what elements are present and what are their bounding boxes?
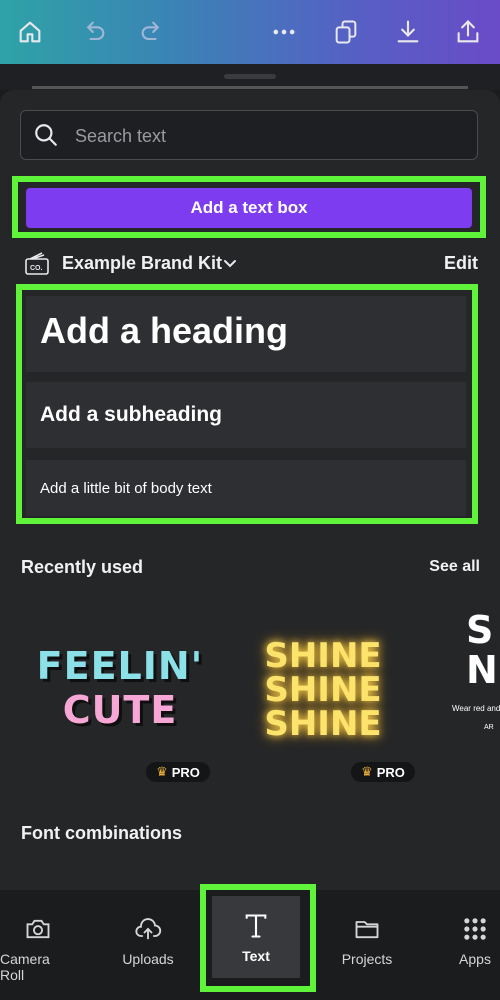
text-icon	[245, 914, 267, 938]
upload-cloud-icon	[135, 918, 162, 940]
recently-used-title: Recently used	[21, 557, 144, 577]
search-icon	[35, 124, 57, 146]
nav-apps[interactable]: Apps	[450, 895, 500, 985]
nav-text[interactable]: Text	[212, 896, 300, 978]
nav-label: Camera Roll	[0, 951, 50, 983]
template-text-line: CUTE	[62, 688, 178, 732]
add-heading-label: Add a heading	[40, 310, 289, 351]
recent-template-shine[interactable]: SHINE SHINE SHINE	[228, 600, 418, 760]
pro-badge: ♛ PRO	[146, 762, 210, 782]
template-text-line: S N	[466, 608, 498, 692]
redo-icon[interactable]	[134, 14, 170, 50]
nav-label: Apps	[459, 951, 491, 967]
apps-grid-icon	[464, 918, 486, 940]
pro-badge-label: PRO	[171, 764, 200, 780]
chevron-down-icon[interactable]	[222, 256, 238, 272]
search-input[interactable]	[73, 121, 467, 151]
svg-text:CO.: CO.	[30, 265, 43, 272]
add-subheading-item[interactable]: Add a subheading	[26, 382, 466, 448]
sheet-grabber-handle[interactable]	[224, 74, 276, 79]
nav-label: Projects	[341, 951, 393, 967]
nav-label: Text	[242, 948, 270, 964]
template-text-line: AR	[484, 724, 494, 731]
see-all-link[interactable]: See all	[429, 558, 480, 576]
nav-label: Uploads	[122, 951, 174, 967]
add-text-box-button[interactable]: Add a text box	[26, 188, 472, 228]
brand-kit-row: CO. Example Brand Kit Edit	[22, 250, 482, 280]
template-text-line: Wear red and	[452, 704, 500, 713]
download-icon[interactable]	[390, 14, 426, 50]
brand-kit-icon: CO.	[25, 252, 49, 275]
add-heading-item[interactable]: Add a heading	[26, 296, 466, 372]
home-icon[interactable]	[12, 14, 48, 50]
pro-badge: ♛ PRO	[351, 762, 415, 782]
brand-kit-edit-button[interactable]: Edit	[444, 253, 478, 274]
template-text-line: FEELIN'	[36, 644, 204, 688]
font-combinations-title: Font combinations	[21, 823, 182, 843]
folder-icon	[355, 921, 379, 939]
share-icon[interactable]	[450, 14, 486, 50]
sheet-edge	[32, 86, 468, 89]
add-body-text-item[interactable]: Add a little bit of body text	[26, 460, 466, 516]
crown-icon: ♛	[361, 764, 373, 779]
more-icon[interactable]	[266, 14, 302, 50]
brand-kit-name[interactable]: Example Brand Kit	[62, 253, 222, 274]
undo-icon[interactable]	[76, 14, 112, 50]
camera-icon	[26, 919, 50, 939]
nav-camera-roll[interactable]: Camera Roll	[0, 895, 76, 985]
pro-badge-label: PRO	[376, 764, 405, 780]
template-text-line: SHINE	[264, 704, 382, 744]
nav-projects[interactable]: Projects	[328, 895, 406, 985]
crown-icon: ♛	[156, 764, 168, 779]
pages-icon[interactable]	[328, 14, 364, 50]
recent-template-partial[interactable]: S N Wear red and AR	[444, 600, 500, 760]
recent-template-feelin-cute[interactable]: FEELIN' CUTE	[20, 600, 220, 760]
add-subheading-label: Add a subheading	[40, 403, 223, 426]
search-field[interactable]	[20, 110, 478, 160]
add-body-text-label: Add a little bit of body text	[40, 480, 212, 497]
nav-uploads[interactable]: Uploads	[108, 895, 188, 985]
